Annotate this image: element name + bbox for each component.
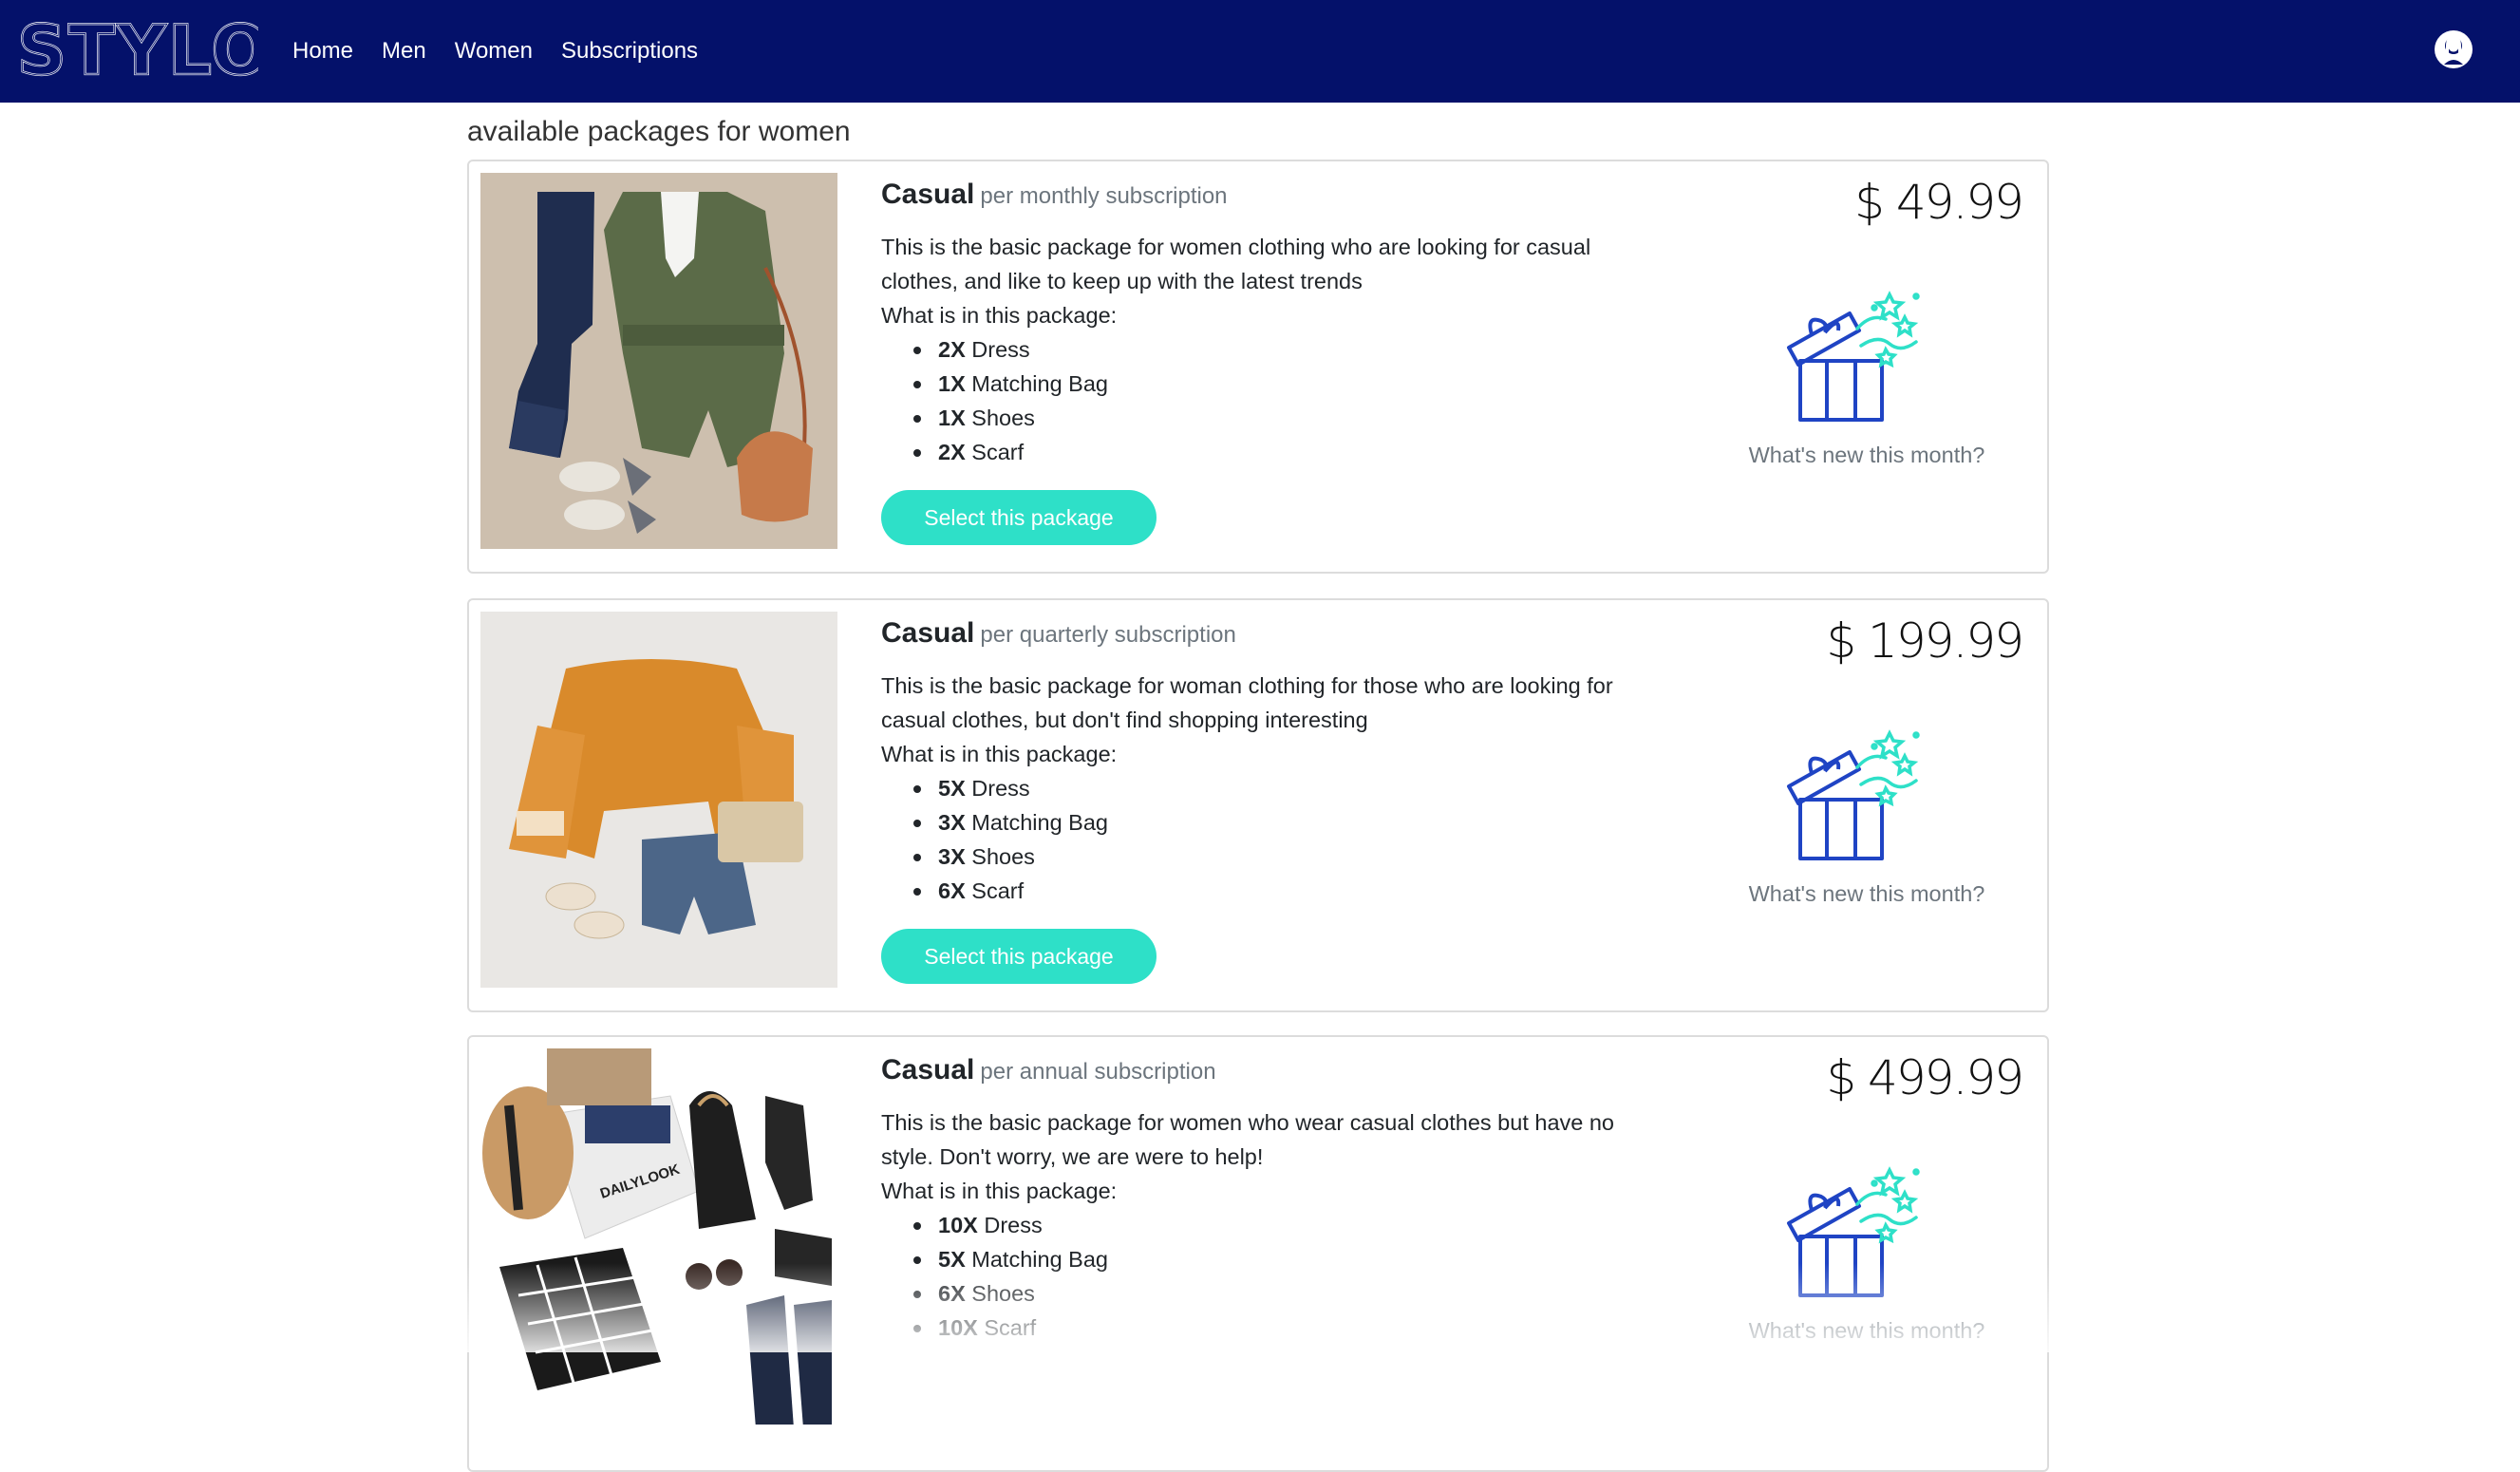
package-price: $ 499.99	[1826, 1050, 2024, 1105]
package-title: Casual	[881, 617, 975, 649]
stylo-logo[interactable]: STYLO STYLO	[15, 19, 258, 82]
package-card-monthly: Casual per monthly subscription This is t…	[467, 160, 2049, 574]
package-items: 5X Dress 3X Matching Bag 3X Shoes 6X Sca…	[910, 771, 1641, 908]
package-price: $ 199.99	[1826, 613, 2024, 669]
package-body: Casual per monthly subscription This is t…	[881, 179, 1641, 545]
gift-icon[interactable]	[1783, 287, 1926, 427]
select-package-button[interactable]: Select this package	[881, 490, 1157, 545]
nav-men[interactable]: Men	[382, 38, 426, 65]
package-period: per quarterly subscription	[980, 622, 1236, 648]
package-description: This is the basic package for women clot…	[881, 235, 1591, 293]
page-heading: available packages for women	[467, 116, 851, 147]
list-item: 1X Shoes	[910, 401, 1641, 435]
package-description: This is the basic package for women who …	[881, 1110, 1615, 1169]
list-item: 10X Dress	[910, 1208, 1641, 1242]
list-item: 5X Dress	[910, 771, 1641, 805]
nav-links: Home Men Women Subscriptions	[292, 0, 726, 103]
navbar: STYLO STYLO Home Men Women Subscriptions	[0, 0, 2520, 103]
package-image: DAILYLOOK	[480, 1048, 837, 1425]
package-card-quarterly: Casual per quarterly subscription This is…	[467, 598, 2049, 1012]
package-card-annual: DAILYLOOK Casual per annual subscription…	[467, 1035, 2049, 1472]
package-items: 10X Dress 5X Matching Bag 6X Shoes 10X S…	[910, 1208, 1641, 1345]
package-description: This is the basic package for woman clot…	[881, 673, 1613, 732]
whats-new-link[interactable]: What's new this month?	[1734, 1318, 2000, 1344]
package-title: Casual	[881, 1054, 975, 1085]
package-title: Casual	[881, 179, 975, 210]
list-item: 1X Matching Bag	[910, 367, 1641, 401]
package-contents-label: What is in this package:	[881, 303, 1118, 328]
list-item: 6X Shoes	[910, 1276, 1641, 1311]
package-contents-label: What is in this package:	[881, 1179, 1118, 1203]
package-body: Casual per annual subscription This is th…	[881, 1054, 1641, 1345]
list-item: 2X Dress	[910, 332, 1641, 367]
nav-home[interactable]: Home	[292, 38, 353, 65]
user-icon[interactable]	[2433, 28, 2474, 70]
whats-new-link[interactable]: What's new this month?	[1734, 443, 2000, 468]
list-item: 3X Shoes	[910, 840, 1641, 874]
package-contents-label: What is in this package:	[881, 742, 1118, 766]
package-items: 2X Dress 1X Matching Bag 1X Shoes 2X Sca…	[910, 332, 1641, 469]
list-item: 2X Scarf	[910, 435, 1641, 469]
package-period: per annual subscription	[980, 1059, 1216, 1085]
list-item: 3X Matching Bag	[910, 805, 1641, 840]
package-image	[480, 173, 837, 549]
nav-women[interactable]: Women	[455, 38, 533, 65]
select-package-button[interactable]: Select this package	[881, 929, 1157, 984]
list-item: 6X Scarf	[910, 874, 1641, 908]
package-price: $ 49.99	[1854, 175, 2024, 230]
whats-new-link[interactable]: What's new this month?	[1734, 881, 2000, 907]
gift-icon[interactable]	[1783, 1162, 1926, 1303]
gift-icon[interactable]	[1783, 726, 1926, 866]
list-item: 5X Matching Bag	[910, 1242, 1641, 1276]
package-image	[480, 612, 837, 988]
list-item: 10X Scarf	[910, 1311, 1641, 1345]
package-body: Casual per quarterly subscription This is…	[881, 617, 1641, 984]
package-period: per monthly subscription	[980, 183, 1228, 209]
svg-text:STYLO: STYLO	[17, 19, 258, 82]
nav-subscriptions[interactable]: Subscriptions	[561, 38, 698, 65]
